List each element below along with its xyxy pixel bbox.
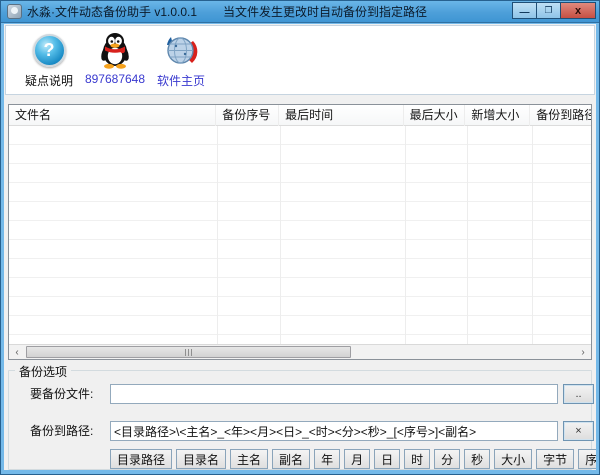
table-header: 文件名 备份序号 最后时间 最后大小 新增大小 备份到路径 bbox=[9, 105, 591, 126]
token-button-bytes[interactable]: 字节 bbox=[536, 449, 574, 469]
scrollbar-grip-icon bbox=[185, 349, 193, 356]
titlebar: 水淼·文件动态备份助手 v1.0.0.1 当文件发生更改时自动备份到指定路径 —… bbox=[1, 1, 599, 23]
token-button-dirname[interactable]: 目录名 bbox=[176, 449, 226, 469]
help-icon: ? bbox=[31, 32, 68, 69]
column-header-last-time[interactable]: 最后时间 bbox=[279, 105, 404, 126]
file-to-backup-input[interactable] bbox=[110, 384, 558, 404]
toolbar-item-label: 软件主页 bbox=[157, 72, 205, 89]
token-button-serial[interactable]: 序号 bbox=[578, 449, 596, 469]
table-body[interactable] bbox=[9, 126, 591, 344]
column-separator bbox=[532, 126, 533, 344]
window-title: 水淼·文件动态备份助手 v1.0.0.1 bbox=[27, 3, 197, 20]
path-token-buttons: 目录路径 目录名 主名 副名 年 月 日 时 分 秒 大小 字节 序号 bbox=[110, 449, 585, 469]
column-header-backup-path[interactable]: 备份到路径 bbox=[530, 105, 591, 126]
token-button-year[interactable]: 年 bbox=[314, 449, 340, 469]
file-to-backup-label: 要备份文件: bbox=[30, 384, 93, 404]
clear-path-button[interactable]: × bbox=[563, 421, 594, 441]
app-window: 水淼·文件动态备份助手 v1.0.0.1 当文件发生更改时自动备份到指定路径 —… bbox=[0, 0, 600, 475]
token-button-mainname[interactable]: 主名 bbox=[230, 449, 268, 469]
toolbar-item-label: 897687648 bbox=[85, 72, 145, 86]
app-icon bbox=[7, 4, 22, 19]
token-button-minute[interactable]: 分 bbox=[434, 449, 460, 469]
minimize-icon: — bbox=[520, 7, 530, 18]
toolbar-item-label: 疑点说明 bbox=[25, 72, 73, 89]
backup-path-label: 备份到路径: bbox=[30, 421, 93, 441]
token-button-month[interactable]: 月 bbox=[344, 449, 370, 469]
maximize-button[interactable]: ❐ bbox=[536, 2, 560, 19]
toolbar: ? 疑点说明 bbox=[5, 25, 595, 95]
toolbar-item-qq[interactable]: 897687648 bbox=[82, 32, 148, 86]
maximize-icon: ❐ bbox=[544, 5, 552, 16]
backup-options-group: 备份选项 要备份文件: .. 备份到路径: × 目录路径 目录名 主名 副名 年… bbox=[8, 370, 592, 470]
minimize-button[interactable]: — bbox=[512, 2, 536, 19]
window-subtitle: 当文件发生更改时自动备份到指定路径 bbox=[223, 3, 427, 20]
column-separator bbox=[405, 126, 406, 344]
column-header-new-size[interactable]: 新增大小 bbox=[465, 105, 530, 126]
token-button-day[interactable]: 日 bbox=[374, 449, 400, 469]
scrollbar-thumb[interactable] bbox=[26, 346, 351, 358]
group-title: 备份选项 bbox=[15, 363, 71, 380]
token-button-size[interactable]: 大小 bbox=[494, 449, 532, 469]
close-button[interactable]: x bbox=[560, 2, 596, 19]
qq-icon bbox=[97, 32, 134, 69]
token-button-dirpath[interactable]: 目录路径 bbox=[110, 449, 172, 469]
column-separator bbox=[280, 126, 281, 344]
column-header-last-size[interactable]: 最后大小 bbox=[404, 105, 466, 126]
globe-icon bbox=[163, 32, 200, 69]
column-header-filename[interactable]: 文件名 bbox=[9, 105, 216, 126]
window-content: ? 疑点说明 bbox=[4, 24, 596, 470]
token-button-second[interactable]: 秒 bbox=[464, 449, 490, 469]
toolbar-item-homepage[interactable]: 软件主页 bbox=[148, 32, 214, 89]
close-icon: x bbox=[575, 5, 581, 17]
token-button-extname[interactable]: 副名 bbox=[272, 449, 310, 469]
column-header-backup-no[interactable]: 备份序号 bbox=[216, 105, 279, 126]
browse-file-button[interactable]: .. bbox=[563, 384, 594, 404]
horizontal-scrollbar[interactable]: ‹ › bbox=[9, 344, 591, 359]
column-separator bbox=[217, 126, 218, 344]
token-button-hour[interactable]: 时 bbox=[404, 449, 430, 469]
column-separator bbox=[467, 126, 468, 344]
backup-path-input[interactable] bbox=[110, 421, 558, 441]
scroll-left-arrow-icon[interactable]: ‹ bbox=[9, 345, 25, 359]
window-controls: — ❐ x bbox=[512, 2, 596, 19]
scrollbar-track[interactable] bbox=[25, 345, 575, 359]
scroll-right-arrow-icon[interactable]: › bbox=[575, 345, 591, 359]
backup-file-table[interactable]: 文件名 备份序号 最后时间 最后大小 新增大小 备份到路径 ‹ bbox=[8, 104, 592, 360]
toolbar-item-help[interactable]: ? 疑点说明 bbox=[16, 32, 82, 89]
